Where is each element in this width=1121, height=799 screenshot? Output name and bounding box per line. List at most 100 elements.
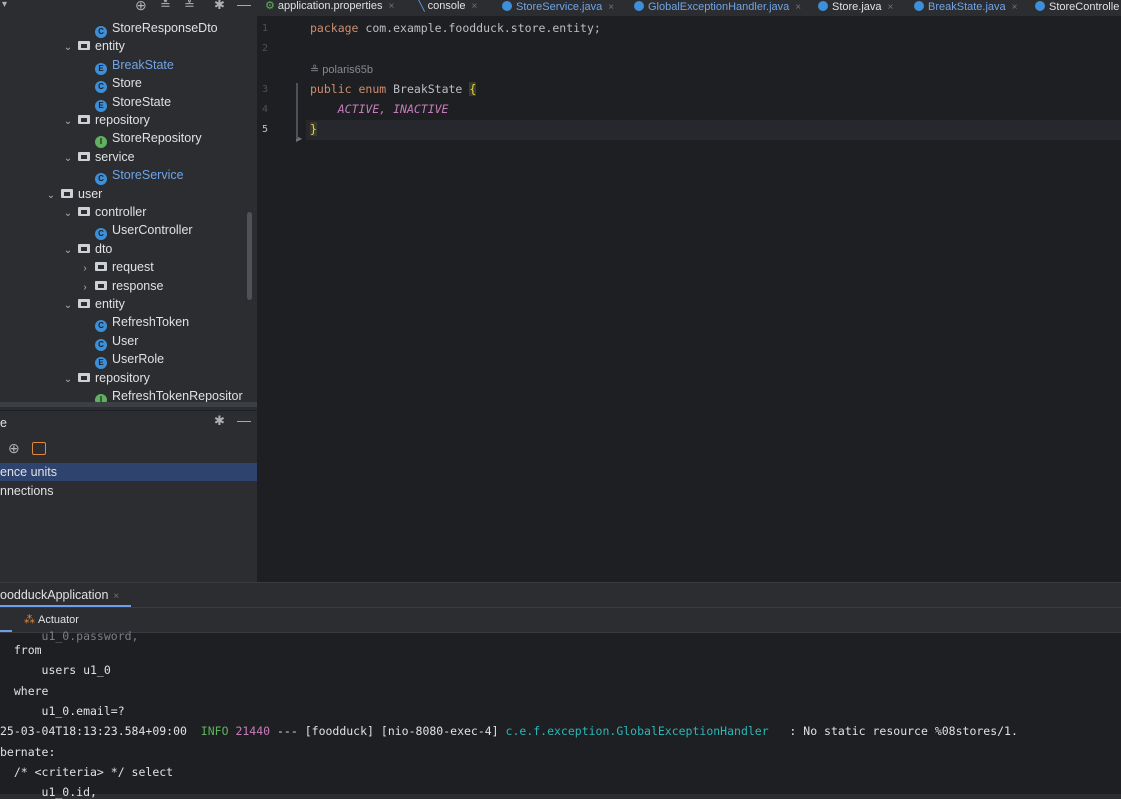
tree-folder[interactable]: ⌄ repository: [62, 369, 150, 387]
chevron-down-icon[interactable]: ⌄: [62, 113, 74, 131]
tree-file[interactable]: C StoreResponseDto: [95, 19, 218, 38]
tree-file[interactable]: E BreakState: [95, 56, 174, 75]
tab-application-properties[interactable]: ⚙ application.properties ×: [265, 0, 394, 16]
actuator-tab[interactable]: ⁂ Actuator: [24, 613, 79, 626]
tree-item-label: entity: [95, 39, 125, 54]
folder-icon: [78, 115, 90, 124]
close-icon[interactable]: ×: [113, 591, 119, 602]
minimize-icon[interactable]: —: [237, 0, 251, 12]
close-icon[interactable]: ×: [888, 2, 894, 13]
run-subtabbar: ⁂ Actuator: [0, 608, 1121, 633]
tree-file[interactable]: C StoreService: [95, 166, 184, 186]
folder-icon: [78, 151, 90, 161]
services-item[interactable]: nnections: [0, 482, 257, 500]
class-icon: [818, 1, 828, 11]
log-line: u1_0.id,: [0, 785, 97, 799]
tab-label: console: [427, 0, 466, 12]
tree-item-label: StoreService: [112, 168, 184, 183]
folder-icon: [78, 243, 90, 253]
minimize-icon[interactable]: —: [237, 412, 251, 428]
horizontal-scrollbar[interactable]: [0, 402, 257, 407]
tree-folder[interactable]: › request: [79, 258, 154, 278]
tree-file[interactable]: C User: [95, 332, 138, 351]
tree-folder[interactable]: ⌄ dto: [62, 240, 113, 260]
close-icon[interactable]: ×: [388, 1, 394, 12]
code-line-4: ACTIVE, INACTIVE: [310, 102, 449, 116]
line-number: 5: [262, 124, 269, 135]
tree-folder[interactable]: ⌄ entity: [62, 37, 125, 55]
tree-item-label: request: [112, 260, 154, 275]
tab-store[interactable]: Store.java ×: [818, 0, 893, 16]
tab-console[interactable]: ╲ console ×: [418, 0, 477, 16]
chevron-right-icon[interactable]: ›: [79, 260, 91, 278]
gear-icon[interactable]: ✱: [214, 0, 225, 13]
tree-folder[interactable]: ⌄ user: [45, 185, 103, 205]
tab-storecontroller[interactable]: StoreControlle: [1035, 0, 1119, 16]
class-icon: C: [95, 320, 107, 333]
tree-file[interactable]: C Store: [95, 74, 142, 94]
class-icon: C: [95, 173, 107, 186]
log-entry: 25-03-04T18:13:23.584+09:00 INFO 21440 -…: [0, 724, 1018, 738]
tree-item-label: service: [95, 149, 135, 164]
close-icon[interactable]: ×: [1012, 2, 1018, 13]
tree-folder[interactable]: ⌄ service: [62, 148, 135, 166]
chevron-down-icon[interactable]: ⌄: [62, 242, 74, 260]
class-icon: C: [95, 228, 107, 241]
chevron-down-icon[interactable]: ⌄: [62, 39, 74, 57]
collapse-all-icon[interactable]: ≚: [184, 0, 195, 13]
dropdown-chevron-icon[interactable]: ▾: [2, 0, 7, 10]
tree-scrollbar[interactable]: [247, 212, 252, 300]
calendar-icon[interactable]: [32, 442, 46, 455]
chevron-down-icon[interactable]: ⌄: [45, 187, 57, 205]
log-pid: 21440: [235, 724, 271, 738]
tree-folder[interactable]: ⌄ controller: [62, 203, 147, 223]
tree-file[interactable]: C UserController: [95, 221, 193, 241]
close-icon[interactable]: ×: [608, 2, 614, 13]
tree-file[interactable]: E StoreState: [95, 93, 171, 112]
class-icon: [634, 1, 644, 11]
tab-label: BreakState.java: [928, 1, 1006, 13]
chevron-down-icon[interactable]: ⌄: [62, 297, 74, 315]
close-icon[interactable]: ×: [472, 1, 478, 12]
keyword: enum: [358, 82, 387, 96]
services-item[interactable]: ence units: [0, 463, 257, 481]
expand-all-icon[interactable]: ≛: [160, 0, 171, 13]
chevron-down-icon[interactable]: ⌄: [62, 205, 74, 223]
tree-folder[interactable]: ⌄ entity: [62, 295, 125, 313]
log-logger[interactable]: c.e.f.exception.GlobalExceptionHandler: [506, 724, 769, 738]
chevron-down-icon[interactable]: ⌄: [62, 150, 74, 168]
author-inlay[interactable]: ≗ polaris65b: [310, 63, 373, 76]
tree-item-label: Store: [112, 76, 142, 91]
tree-folder[interactable]: ⌄ repository: [62, 111, 150, 129]
tree-folder[interactable]: › response: [79, 277, 163, 295]
tab-storeservice[interactable]: StoreService.java ×: [502, 0, 614, 16]
enum-name: BreakState: [393, 82, 463, 96]
package-name: com.example.foodduck.store.entity;: [365, 21, 601, 35]
log-level: INFO: [200, 724, 229, 738]
log-line: from: [0, 643, 42, 657]
tab-label: StoreControlle: [1049, 1, 1120, 13]
add-service-icon[interactable]: ⊕: [8, 440, 20, 457]
locate-icon[interactable]: ⊕: [135, 0, 147, 14]
tree-file[interactable]: C RefreshToken: [95, 313, 189, 333]
tab-breakstate[interactable]: BreakState.java ×: [914, 0, 1018, 16]
tree-file[interactable]: I StoreRepository: [95, 129, 202, 149]
folder-icon: [78, 372, 90, 382]
close-icon[interactable]: ×: [795, 2, 801, 13]
line-number: 4: [262, 104, 269, 115]
services-item-label: nnections: [0, 484, 54, 498]
tree-file[interactable]: E UserRole: [95, 350, 164, 370]
tab-globalexceptionhandler[interactable]: GlobalExceptionHandler.java ×: [634, 0, 801, 16]
run-tab[interactable]: oodduckApplication ×: [0, 588, 119, 602]
gear-icon[interactable]: ✱: [214, 413, 225, 429]
chevron-right-icon[interactable]: ›: [79, 279, 91, 297]
line-gutter: 1 2 3 4 5 ▶: [257, 17, 307, 582]
folder-icon: [95, 262, 107, 272]
console-icon: ╲: [418, 0, 425, 12]
tree-item-label: repository: [95, 113, 150, 127]
log-app: [foodduck]: [304, 724, 374, 738]
line-number: 3: [262, 84, 269, 95]
tree-item-label: repository: [95, 370, 150, 385]
chevron-down-icon[interactable]: ⌄: [62, 371, 74, 389]
code-editor[interactable]: package com.example.foodduck.store.entit…: [296, 17, 1121, 582]
